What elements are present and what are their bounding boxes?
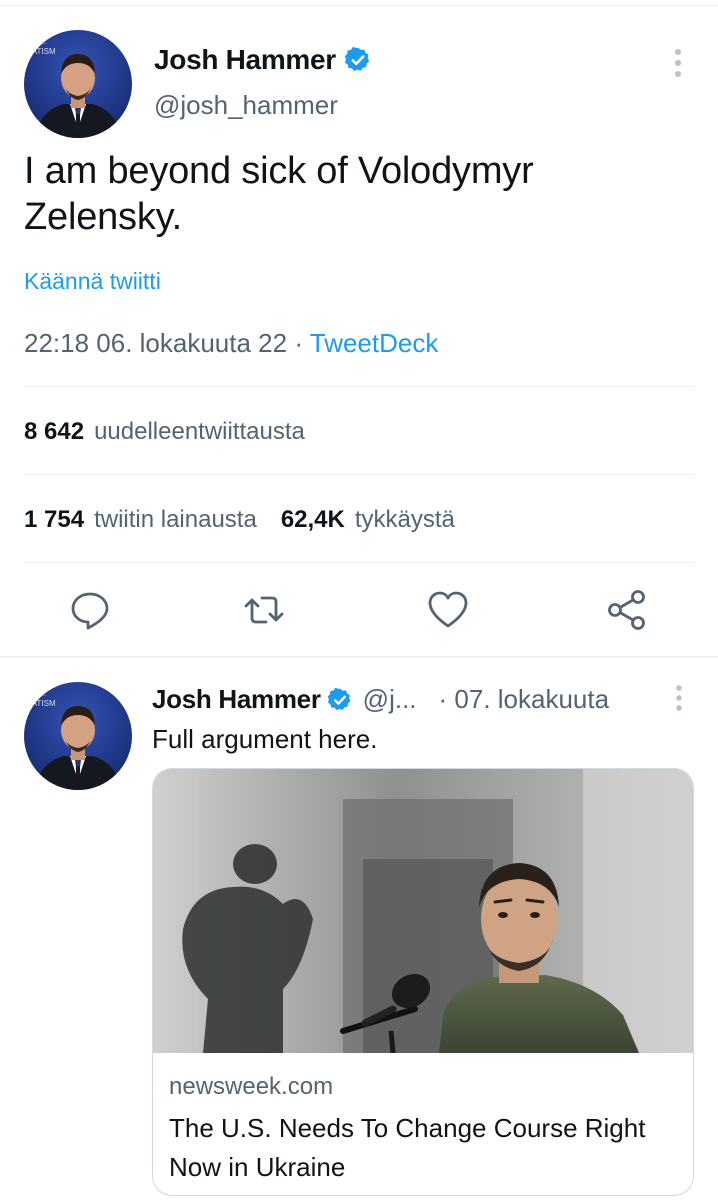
translate-tweet-link[interactable]: Käännä twiitti [24,268,161,295]
svg-text:NATISM: NATISM [26,47,56,56]
link-preview-card[interactable]: newsweek.com The U.S. Needs To Change Co… [152,768,694,1196]
like-icon[interactable] [426,588,470,632]
divider [24,474,694,475]
reply-header: Josh Hammer @j... · 07. lokakuuta [152,684,672,715]
avatar-image: NAL NATISM [24,30,132,138]
top-border [0,0,718,6]
avatar-banner-text: NAL [26,36,47,47]
card-domain: newsweek.com [169,1073,334,1100]
retweets-stat[interactable]: 8 642 uudelleentwiittausta [24,418,305,446]
tweet-timestamp[interactable]: 22:18 06. lokakuuta 22 [24,328,287,358]
author-name-row[interactable]: Josh Hammer [154,44,372,76]
avatar[interactable]: NAL NATISM [24,30,132,138]
verified-badge-icon [344,46,370,71]
avatar[interactable]: NAL NATISM [24,682,132,790]
svg-text:NATISM: NATISM [26,699,56,708]
author-name[interactable]: Josh Hammer [152,684,321,715]
card-title: The U.S. Needs To Change Course Right No… [169,1113,646,1182]
quotes-count: 1 754 [24,506,85,533]
author-handle[interactable]: @josh_hammer [154,90,338,121]
retweet-icon[interactable] [242,588,286,632]
quotes-label: twiitin lainausta [94,506,257,533]
tweet-separator [0,656,718,658]
svg-text:NAL: NAL [26,688,47,699]
author-name[interactable]: Josh Hammer [154,44,336,76]
retweets-label: uudelleentwiittausta [94,418,305,445]
likes-label: tykkäystä [354,506,455,533]
meta-separator: · [287,328,310,358]
tweet-meta: 22:18 06. lokakuuta 22 · TweetDeck [24,328,438,359]
author-handle[interactable]: @j... [363,684,417,715]
quotes-stat[interactable]: 1 754 twiitin lainausta [24,506,257,534]
likes-count: 62,4K [280,506,345,533]
tweet-text: Full argument here. [152,724,378,754]
card-image [153,769,693,1053]
more-options-icon[interactable] [672,684,686,712]
verified-badge-icon [327,687,351,710]
tweet-actions-bar [0,588,718,638]
more-options-icon[interactable] [670,48,686,78]
likes-stat[interactable]: 62,4K tykkäystä [281,506,455,534]
retweets-count: 8 642 [24,418,85,445]
quotes-likes-stats: 1 754 twiitin lainausta 62,4K tykkäystä [24,506,455,534]
tweet-date[interactable]: · 07. lokakuuta [439,684,610,715]
tweet-source-link[interactable]: TweetDeck [310,328,439,358]
avatar-image: NAL NATISM [24,682,132,790]
share-icon[interactable] [606,588,650,632]
tweet-text: I am beyond sick of Volodymyr Zelensky. [24,150,534,238]
divider [24,562,694,563]
divider [24,386,694,387]
reply-icon[interactable] [68,588,112,632]
